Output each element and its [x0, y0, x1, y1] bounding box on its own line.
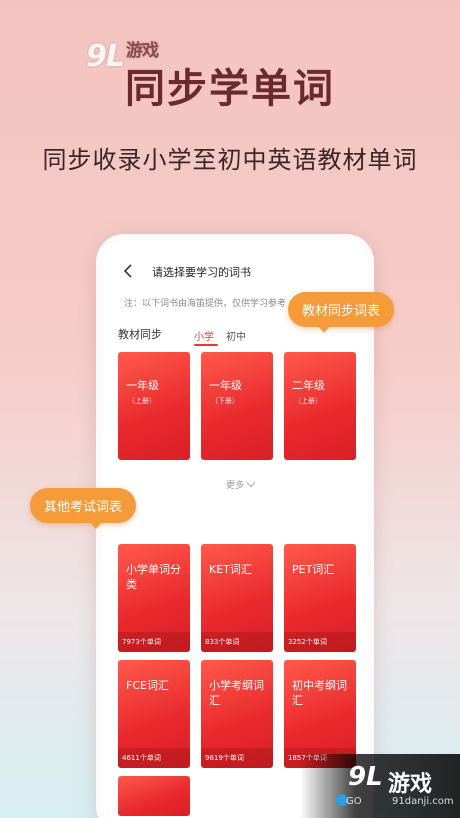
- book-card[interactable]: 一年级 （下册）: [201, 352, 273, 460]
- book-title: PET词汇: [292, 563, 335, 576]
- headline: 同步学单词: [125, 66, 335, 112]
- word-count: 833个单词: [201, 632, 273, 652]
- site-name-right: 91danji.com: [392, 796, 454, 807]
- book-card[interactable]: PET词汇 3252个单词: [284, 544, 356, 652]
- book-card[interactable]: FCE词汇 4611个单词: [118, 660, 190, 768]
- book-title: 小学考纲词汇: [209, 679, 264, 707]
- subheadline: 同步收录小学至初中英语教材单词: [42, 146, 418, 174]
- book-title: FCE词汇: [126, 679, 169, 692]
- chevron-down-icon: [246, 478, 256, 488]
- book-title: 初中考纲词汇: [292, 679, 347, 707]
- tab-primary[interactable]: 小学: [194, 328, 214, 343]
- callout-other-exams: 其他考试词表: [30, 488, 137, 529]
- tab-junior[interactable]: 初中: [226, 328, 246, 343]
- book-title: 一年级: [126, 379, 159, 392]
- book-subtitle: （上册）: [294, 397, 322, 405]
- book-card[interactable]: KET词汇 833个单词: [201, 544, 273, 652]
- book-subtitle: （上册）: [128, 397, 156, 405]
- book-title: 二年级: [292, 379, 325, 392]
- word-count: 4611个单词: [118, 748, 190, 768]
- word-count: 3252个单词: [284, 632, 356, 652]
- site-name-left: GO: [346, 796, 362, 807]
- word-count: 7973个单词: [118, 632, 190, 652]
- page-title: 请选择要学习的词书: [152, 266, 251, 279]
- more-button[interactable]: 更多: [226, 478, 256, 491]
- more-label: 更多: [226, 481, 245, 491]
- book-title: KET词汇: [209, 563, 252, 576]
- nav-bar: 请选择要学习的词书: [108, 260, 362, 284]
- book-card[interactable]: 初中考纲词汇 1857个单词: [284, 660, 356, 768]
- book-title: 一年级: [209, 379, 242, 392]
- book-card[interactable]: 二年级 （上册）: [284, 352, 356, 460]
- book-title: 小学单词分类: [126, 563, 181, 591]
- section-label-textbook: 教材同步: [118, 328, 162, 341]
- notice-text: 注：以下词书由海笛提供，仅供学习参考: [124, 299, 287, 309]
- tab-active-indicator: [194, 344, 218, 346]
- brand-logo-cn: 游戏: [388, 772, 433, 797]
- word-count: 9619个单词: [201, 748, 273, 768]
- brand-logo-text: 9L: [348, 762, 383, 792]
- book-card[interactable]: 一年级 （上册）: [118, 352, 190, 460]
- back-arrow-icon[interactable]: [120, 262, 138, 280]
- book-card-partial[interactable]: [118, 776, 190, 816]
- brand-logo-bottom: 9L 游戏 GO 91danji.com: [300, 754, 460, 818]
- book-subtitle: （下册）: [211, 397, 239, 405]
- book-card[interactable]: 小学单词分类 7973个单词: [118, 544, 190, 652]
- callout-textbook-sync: 教材同步词表: [288, 292, 395, 333]
- book-card[interactable]: 小学考纲词汇 9619个单词: [201, 660, 273, 768]
